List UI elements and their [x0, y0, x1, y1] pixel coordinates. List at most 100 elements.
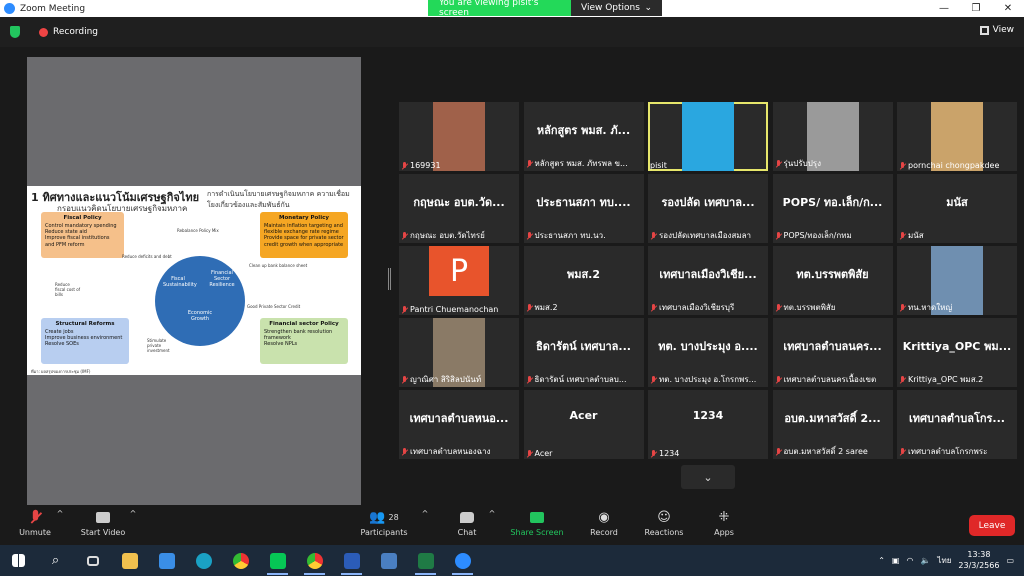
leave-button[interactable]: Leave	[969, 515, 1015, 536]
search-icon[interactable]: ⌕	[37, 545, 74, 576]
participant-display-name: เทศบาลตำบลหนอ...	[409, 412, 509, 425]
zoom-taskbar-icon[interactable]	[444, 545, 481, 576]
participant-tile[interactable]: 169931	[399, 102, 519, 171]
participant-tile[interactable]: ทต. บางประมุง อ.... ทต. บางประมุง อ.โกรกพ…	[648, 318, 768, 387]
participant-name-label: หลักสูตร พมส. ภัทรพล ข...	[526, 157, 642, 170]
participant-tile[interactable]: อบต.มหาสวัสดิ์ 2... อบต.มหาสวัสดิ์ 2 sare…	[772, 390, 893, 459]
participant-tile[interactable]: เทศบาลตำบลนคร... เทศบาลตำบลนครเนื้องเขต	[772, 318, 893, 387]
muted-mic-icon	[775, 375, 782, 384]
participants-caret[interactable]: ^	[420, 509, 430, 518]
close-button[interactable]: ✕	[992, 0, 1024, 17]
participant-name: Krittiya_OPC พมส.2	[908, 375, 984, 384]
speaker-icon[interactable]: 🔈	[920, 556, 930, 565]
participant-display-name: ธิดารัตน์ เทศบาล...	[536, 340, 631, 353]
minimize-button[interactable]: —	[928, 0, 960, 17]
muted-mic-icon	[899, 447, 906, 456]
participant-name: เทศบาลตำบลหนองฉาง	[410, 447, 491, 456]
muted-mic-icon	[650, 449, 657, 458]
participant-name-label: Acer	[526, 449, 642, 458]
word-icon[interactable]	[333, 545, 370, 576]
notification-icon[interactable]: ▭	[1006, 556, 1014, 565]
muted-mic-icon	[401, 231, 408, 240]
view-button[interactable]: View	[979, 25, 1014, 35]
participant-name: ญาณิศา สิริสิลปนันท์	[410, 375, 482, 384]
participant-tile[interactable]: รองปลัด เทศบาล... รองปลัดเทศบาลเมืองสมลา	[648, 174, 768, 243]
muted-mic-icon	[401, 375, 408, 384]
participant-display-name: ทต.บรรพตพิสัย	[796, 268, 869, 281]
task-view-icon[interactable]	[74, 545, 111, 576]
chat-caret[interactable]: ^	[487, 509, 497, 518]
participant-tile[interactable]: มนัส มนัส	[897, 174, 1017, 243]
financial-item: Resolve NPLs	[264, 341, 298, 348]
participant-name-label: 1234	[650, 449, 766, 458]
participant-video: P	[429, 246, 489, 296]
clock[interactable]: 13:38 23/3/2566	[958, 550, 999, 571]
participant-name: 1234	[659, 449, 680, 458]
muted-mic-icon	[401, 447, 408, 456]
participant-tile[interactable]: pisit	[648, 102, 768, 171]
line-icon[interactable]	[259, 545, 296, 576]
participants-label: Participants	[360, 528, 408, 537]
participant-tile[interactable]: Acer Acer	[523, 390, 644, 459]
participant-name-label: ญาณิศา สิริสิลปนันท์	[401, 373, 517, 386]
chrome-icon-2[interactable]	[296, 545, 333, 576]
participant-tile[interactable]: Krittiya_OPC พม... Krittiya_OPC พมส.2	[897, 318, 1017, 387]
apps-button[interactable]: ⁜ Apps	[689, 509, 759, 538]
recording-label: Recording	[53, 27, 99, 37]
participant-tile[interactable]: 1234 1234	[648, 390, 768, 459]
participant-display-name: เทศบาลตำบลโกร...	[909, 412, 1005, 425]
participant-tile[interactable]: ทน.หาดใหญ่	[897, 246, 1017, 315]
viewing-banner: You are viewing pisit's screen View Opti…	[428, 0, 662, 18]
participant-name: ทต.บรรพตพิสัย	[783, 303, 836, 312]
participant-tile[interactable]: pornchai chongpakdee	[897, 102, 1017, 171]
participant-name-label: ธิดารัตน์ เทศบาลตำบลบ...	[526, 373, 642, 386]
participant-tile[interactable]: ประธานสภา ทบ.... ประธานสภา ทบ.นว.	[523, 174, 644, 243]
participant-tile[interactable]: เทศบาลตำบลโกร... เทศบาลตำบลโกรกพระ	[897, 390, 1017, 459]
policy-circle-diagram: Fiscal Sustainability Financial Sector R…	[155, 256, 245, 346]
participant-tile[interactable]: เทศบาลเมืองวิเชีย... เทศบาลเมืองวิเชียรบุ…	[648, 246, 768, 315]
participant-tile[interactable]: POPS/ ทอ.เล็ก/ก... POPS/ทองเล็ก/กทม	[772, 174, 893, 243]
language-indicator[interactable]: ไทย	[937, 554, 951, 567]
participant-tile[interactable]: P Pantri Chuemanochan	[399, 246, 519, 315]
audio-options-caret[interactable]: ^	[55, 509, 65, 518]
participant-name: อบต.มหาสวัสดิ์ 2 saree	[783, 447, 868, 456]
participant-tile[interactable]: ญาณิศา สิริสิลปนันท์	[399, 318, 519, 387]
participant-name: รองปลัดเทศบาลเมืองสมลา	[659, 231, 752, 240]
participant-tile[interactable]: พมส.2 พมส.2	[523, 246, 644, 315]
maximize-button[interactable]: ❐	[960, 0, 992, 17]
participant-name: Acer	[534, 449, 553, 458]
participant-tile[interactable]: ทต.บรรพตพิสัย ทต.บรรพตพิสัย	[772, 246, 893, 315]
participant-tile[interactable]: เทศบาลตำบลหนอ... เทศบาลตำบลหนองฉาง	[399, 390, 519, 459]
tray-app-icon[interactable]: ▣	[892, 556, 900, 565]
participant-display-name: เทศบาลเมืองวิเชีย...	[659, 268, 757, 281]
gallery-next-page-button[interactable]: ⌄	[681, 465, 735, 489]
view-options-button[interactable]: View Options ⌄	[571, 0, 662, 16]
monetary-policy-box: Monetary Policy Maintain inflation targe…	[260, 212, 348, 258]
circle-growth-label: Economic Growth	[187, 310, 213, 322]
muted-mic-icon	[650, 303, 657, 312]
chrome-icon[interactable]	[222, 545, 259, 576]
edge-icon[interactable]	[185, 545, 222, 576]
participant-display-name: 1234	[692, 409, 724, 422]
tray-chevron-icon[interactable]: ⌃	[878, 556, 885, 565]
wifi-icon[interactable]: ◠	[906, 556, 913, 565]
participant-tile[interactable]: รุ่นปรับปรุง	[772, 102, 893, 171]
windows-start-icon[interactable]	[0, 545, 37, 576]
muted-mic-icon	[526, 303, 533, 312]
video-options-caret[interactable]: ^	[128, 509, 138, 518]
excel-icon[interactable]	[407, 545, 444, 576]
participant-tile[interactable]: ธิดารัตน์ เทศบาล... ธิดารัตน์ เทศบาลตำบลบ…	[523, 318, 644, 387]
photos-icon[interactable]	[370, 545, 407, 576]
muted-mic-icon	[526, 159, 533, 168]
cleanup-label: Clean up bank balance sheet	[249, 263, 308, 268]
file-explorer-icon[interactable]	[111, 545, 148, 576]
participant-display-name: Krittiya_OPC พม...	[902, 340, 1012, 353]
shield-icon[interactable]	[10, 26, 20, 38]
participants-button[interactable]: 👥 28 Participants	[349, 509, 419, 538]
muted-mic-icon	[775, 159, 782, 168]
participant-tile[interactable]: กฤษณะ อบต.วัด... กฤษณะ อบต.วัดไทรย์	[399, 174, 519, 243]
mail-icon[interactable]	[148, 545, 185, 576]
split-divider-handle[interactable]	[388, 268, 391, 290]
share-screen-button[interactable]: Share Screen	[502, 509, 572, 537]
participant-tile[interactable]: หลักสูตร พมส. ภั... หลักสูตร พมส. ภัทรพล …	[523, 102, 644, 171]
